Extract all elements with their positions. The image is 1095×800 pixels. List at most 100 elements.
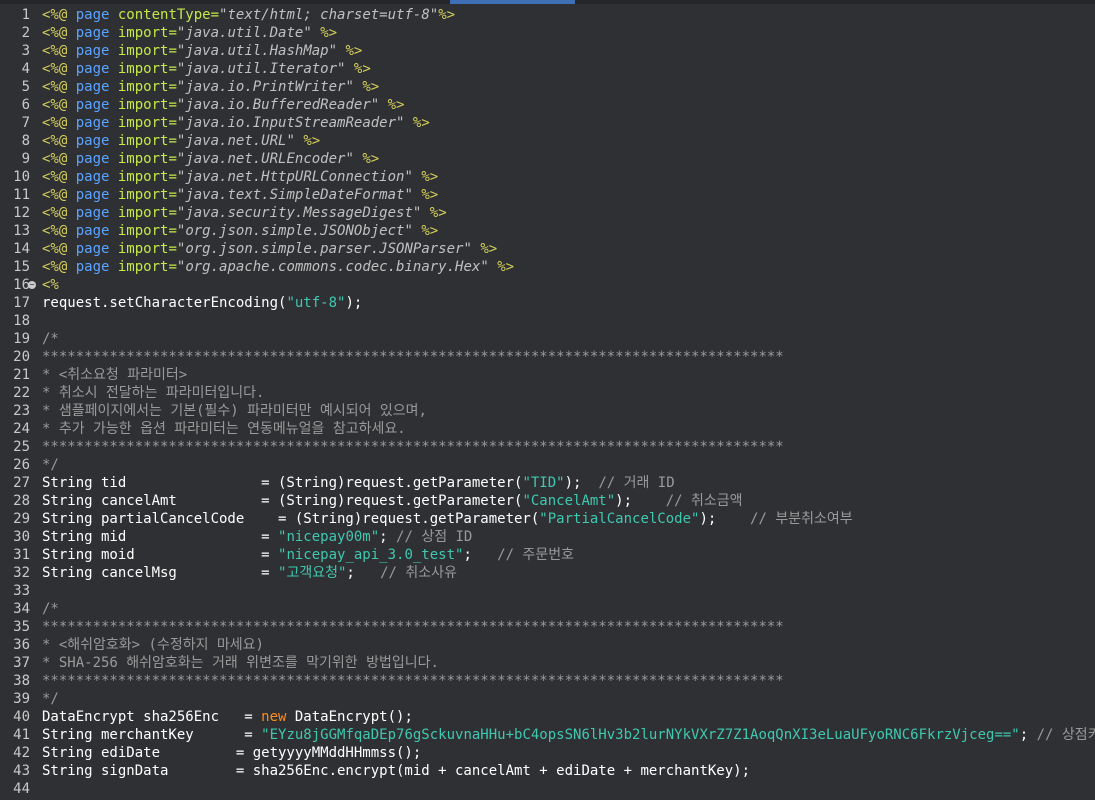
line-number-text: 29 (13, 511, 30, 527)
code-line[interactable]: /* (42, 330, 1095, 348)
code-line[interactable]: String cancelAmt = (String)request.getPa… (42, 492, 1095, 510)
code-token: "PartialCancelCode" (539, 511, 700, 527)
line-number: 33 (0, 582, 36, 600)
code-token: page (75, 259, 118, 275)
code-token: %> (438, 7, 456, 23)
code-line[interactable]: <% (42, 276, 1095, 294)
code-token: <%@ (42, 259, 76, 275)
code-token: <%@ (42, 187, 76, 203)
code-line[interactable]: DataEncrypt sha256Enc = new DataEncrypt(… (42, 708, 1095, 726)
line-number: 22 (0, 384, 36, 402)
code-token: "java.security.MessageDigest" (176, 205, 430, 221)
code-text-area[interactable]: <%@ page contentType="text/html; charset… (42, 6, 1095, 798)
line-number: 41 (0, 726, 36, 744)
line-number-text: 27 (13, 475, 30, 491)
line-number: 12 (0, 204, 36, 222)
code-token: "EYzu8jGGMfqaDEp76gSckuvnaHHu+bC4opsSN6l… (261, 727, 1020, 743)
line-number: 28 (0, 492, 36, 510)
code-token: request.setCharacterEncoding( (42, 295, 287, 311)
fold-collapse-icon[interactable] (28, 281, 36, 289)
line-number: 37 (0, 654, 36, 672)
code-token: page (75, 79, 118, 95)
line-number: 35 (0, 618, 36, 636)
line-number: 15 (0, 258, 36, 276)
line-number-text: 3 (21, 43, 30, 59)
line-number-text: 30 (13, 529, 30, 545)
code-token: DataEncrypt sha256Enc = (42, 709, 262, 725)
code-line[interactable]: <%@ page import="java.util.HashMap" %> (42, 42, 1095, 60)
code-line[interactable]: <%@ page import="java.net.URLEncoder" %> (42, 150, 1095, 168)
code-line[interactable] (42, 312, 1095, 330)
code-line[interactable]: String merchantKey = "EYzu8jGGMfqaDEp76g… (42, 726, 1095, 744)
code-line[interactable]: String cancelMsg = "고객요청"; // 취소사유 (42, 564, 1095, 582)
line-number-text: 5 (21, 79, 30, 95)
code-token: import= (117, 61, 177, 77)
code-line[interactable] (42, 582, 1095, 600)
code-line[interactable]: * <취소요청 파라미터> (42, 366, 1095, 384)
code-line[interactable]: String mid = "nicepay00m"; // 상점 ID (42, 528, 1095, 546)
code-line[interactable]: * <해쉬암호화> (수정하지 마세요) (42, 636, 1095, 654)
line-number: 23 (0, 402, 36, 420)
code-token: DataEncrypt(); (294, 709, 413, 725)
code-line[interactable]: <%@ page import="java.io.InputStreamRead… (42, 114, 1095, 132)
code-line[interactable]: ****************************************… (42, 438, 1095, 456)
code-line[interactable]: */ (42, 690, 1095, 708)
code-line[interactable]: <%@ page import="org.apache.commons.code… (42, 258, 1095, 276)
code-line[interactable]: */ (42, 456, 1095, 474)
code-token: "java.util.Date" (176, 25, 321, 41)
code-line[interactable]: ****************************************… (42, 348, 1095, 366)
code-line[interactable]: ****************************************… (42, 618, 1095, 636)
code-token: // 부분취소여부 (750, 511, 853, 527)
line-number-text: 31 (13, 547, 30, 563)
line-number-text: 28 (13, 493, 30, 509)
code-line[interactable]: <%@ page import="java.net.HttpURLConnect… (42, 168, 1095, 186)
code-token: import= (117, 259, 177, 275)
line-number-text: 43 (13, 763, 30, 779)
code-line[interactable]: <%@ page contentType="text/html; charset… (42, 6, 1095, 24)
code-line[interactable]: <%@ page import="java.security.MessageDi… (42, 204, 1095, 222)
code-token: "java.net.URLEncoder" (176, 151, 363, 167)
code-line[interactable]: * 취소시 전달하는 파라미터입니다. (42, 384, 1095, 402)
code-line[interactable]: <%@ page import="org.json.simple.parser.… (42, 240, 1095, 258)
line-number: 17 (0, 294, 36, 312)
line-number: 32 (0, 564, 36, 582)
code-token: */ (42, 457, 59, 473)
code-line[interactable]: * SHA-256 해쉬암호화는 거래 위변조를 막기위한 방법입니다. (42, 654, 1095, 672)
line-number: 19 (0, 330, 36, 348)
code-line[interactable]: <%@ page import="java.util.Date" %> (42, 24, 1095, 42)
code-line[interactable]: <%@ page import="java.net.URL" %> (42, 132, 1095, 150)
code-line[interactable]: * 추가 가능한 옵션 파라미터는 연동메뉴얼을 참고하세요. (42, 420, 1095, 438)
code-token: String partialCancelCode = (String)reque… (42, 511, 540, 527)
code-token: "CancelAmt" (522, 493, 616, 509)
code-line[interactable]: <%@ page import="org.json.simple.JSONObj… (42, 222, 1095, 240)
code-line[interactable]: <%@ page import="java.io.BufferedReader"… (42, 96, 1095, 114)
line-number: 44 (0, 780, 36, 798)
line-number-text: 14 (13, 241, 30, 257)
code-token: %> (480, 241, 498, 257)
code-token: "java.util.HashMap" (176, 43, 346, 59)
code-line[interactable]: String partialCancelCode = (String)reque… (42, 510, 1095, 528)
code-line[interactable]: String moid = "nicepay_api_3.0_test"; //… (42, 546, 1095, 564)
code-token: %> (353, 61, 371, 77)
code-line[interactable]: <%@ page import="java.util.Iterator" %> (42, 60, 1095, 78)
code-token: page (75, 151, 118, 167)
line-number-text: 13 (13, 223, 30, 239)
code-line[interactable]: /* (42, 600, 1095, 618)
line-number-text: 35 (13, 619, 30, 635)
code-line[interactable]: String signData = sha256Enc.encrypt(mid … (42, 762, 1095, 780)
code-line[interactable]: <%@ page import="java.io.PrintWriter" %> (42, 78, 1095, 96)
code-token: String cancelAmt = (String)request.getPa… (42, 493, 523, 509)
code-line[interactable]: String tid = (String)request.getParamete… (42, 474, 1095, 492)
code-line[interactable]: <%@ page import="java.text.SimpleDateFor… (42, 186, 1095, 204)
code-line[interactable]: * 샘플페이지에서는 기본(필수) 파라미터만 예시되어 있으며, (42, 402, 1095, 420)
code-line[interactable]: String ediDate = getyyyyMMddHHmmss(); (42, 744, 1095, 762)
code-token: %> (412, 115, 430, 131)
code-editor[interactable]: 1234567891011121314151617181920212223242… (0, 0, 1095, 800)
code-line[interactable] (42, 780, 1095, 798)
code-token: page (75, 241, 118, 257)
code-token: ****************************************… (42, 673, 784, 689)
code-line[interactable]: ****************************************… (42, 672, 1095, 690)
code-line[interactable]: request.setCharacterEncoding("utf-8"); (42, 294, 1095, 312)
code-token: import= (117, 25, 177, 41)
code-token: // 거래 ID (598, 475, 675, 491)
